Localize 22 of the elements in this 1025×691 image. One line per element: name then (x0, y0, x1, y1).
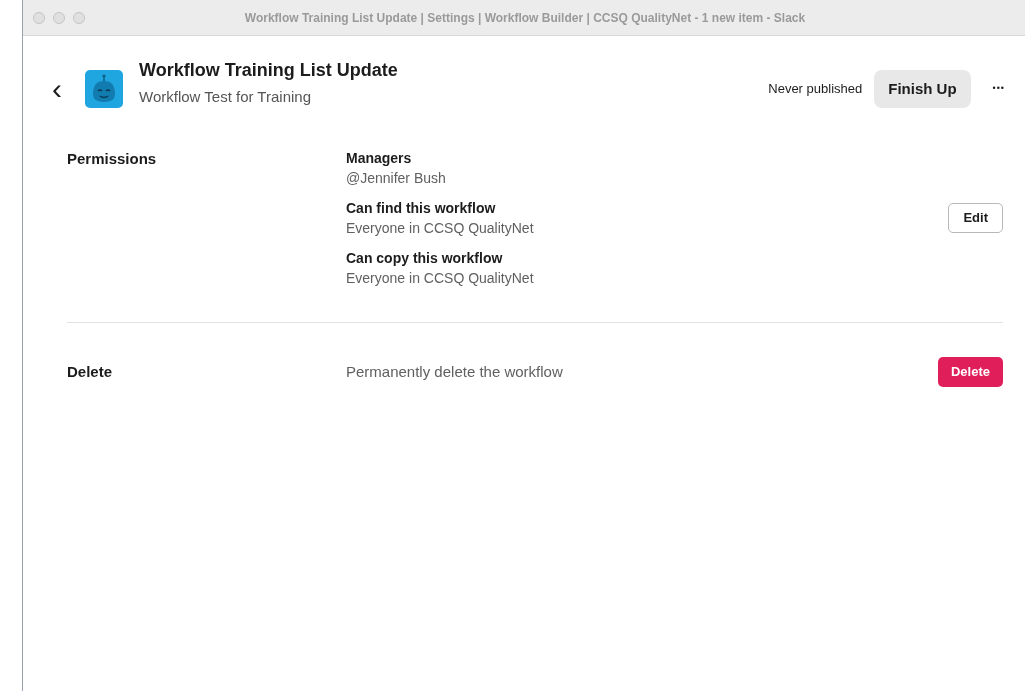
section-label: Permissions (67, 149, 158, 169)
permission-value: Everyone in CCSQ QualityNet (346, 269, 535, 288)
permission-heading: Can copy this workflow (346, 249, 504, 268)
workflow-title: Workflow Training List Update (139, 59, 398, 82)
robot-icon (85, 70, 123, 108)
finish-up-button[interactable]: Finish Up (874, 70, 971, 108)
zoom-window-icon[interactable] (73, 11, 85, 24)
workflow-subtitle: Workflow Test for Training (139, 87, 312, 107)
permission-heading: Managers (346, 149, 413, 168)
delete-description: Permanently delete the workflow (346, 361, 564, 382)
delete-button[interactable]: Delete (937, 357, 1003, 387)
permission-value: Everyone in CCSQ QualityNet (346, 219, 535, 238)
section-label: Delete (67, 361, 114, 382)
window-title: Workflow Training List Update | Settings | Workflow Builder | CCSQ QualityNet - 1 new item - Slack (244, 9, 806, 27)
publish-status: Never published (768, 80, 863, 99)
edit-button[interactable]: Edit (948, 203, 1003, 233)
permission-heading: Can find this workflow (346, 199, 497, 218)
more-button[interactable]: ••• (992, 82, 1005, 96)
minimize-window-icon[interactable] (53, 11, 65, 24)
close-window-icon[interactable] (33, 11, 45, 24)
permission-value: @Jennifer Bush (346, 169, 447, 188)
back-button[interactable]: ‹ (49, 74, 65, 104)
